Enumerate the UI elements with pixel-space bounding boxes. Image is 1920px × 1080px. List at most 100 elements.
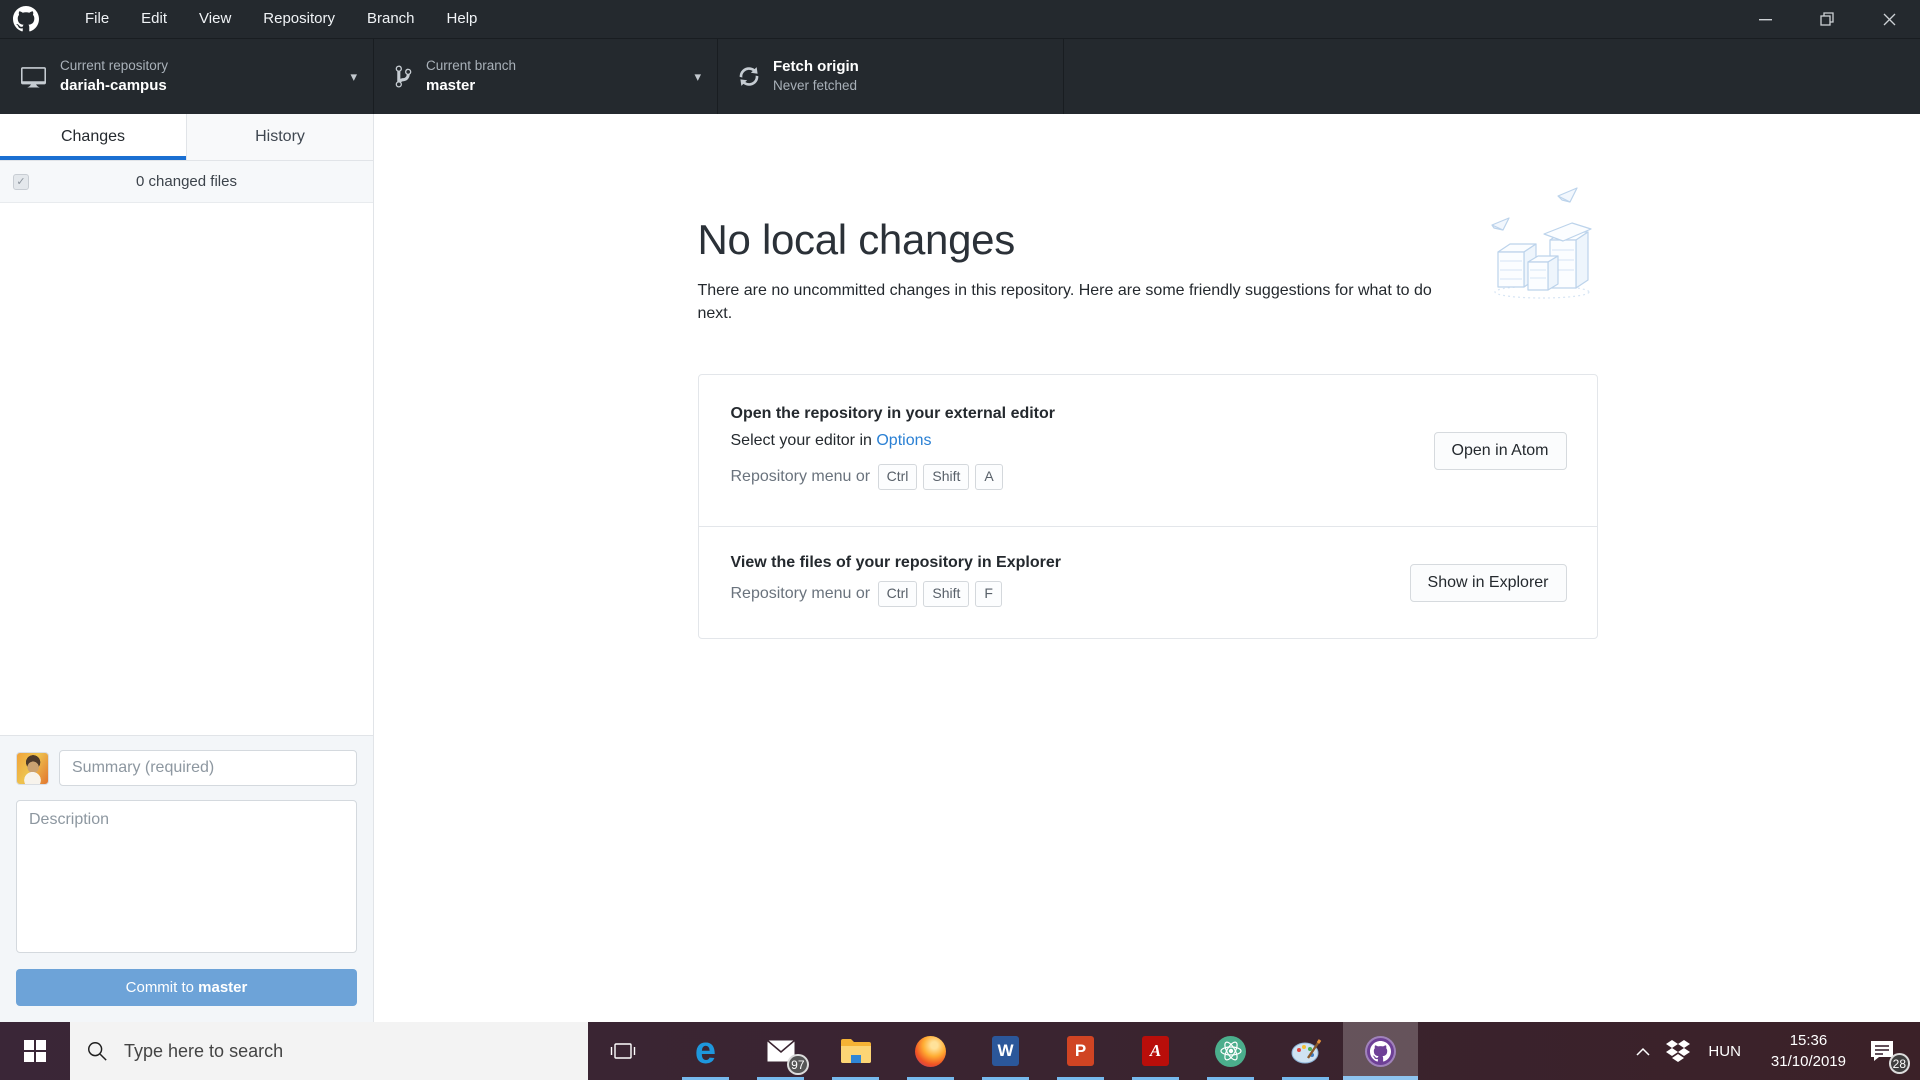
commit-button[interactable]: Commit to master	[16, 969, 357, 1006]
tray-date: 31/10/2019	[1770, 1053, 1846, 1070]
taskbar-app-acrobat[interactable]: A	[1118, 1022, 1193, 1080]
window-controls	[1734, 0, 1920, 38]
shortcut-hint-text: Repository menu or	[730, 467, 871, 485]
taskbar-app-powerpoint[interactable]: P	[1043, 1022, 1118, 1080]
chevron-up-icon	[1636, 1047, 1650, 1056]
close-icon	[1883, 13, 1895, 25]
suggestion-open-editor: Open the repository in your external edi…	[699, 375, 1597, 526]
key-f: F	[975, 581, 1002, 607]
tray-language[interactable]: HUN	[1696, 1043, 1755, 1060]
taskbar-search[interactable]	[70, 1022, 588, 1080]
suggestion-show-explorer: View the files of your repository in Exp…	[698, 526, 1597, 638]
tray-expand-button[interactable]	[1626, 1047, 1660, 1056]
current-repository-dropdown[interactable]: Current repository dariah-campus ▾	[0, 39, 374, 114]
taskbar-app-firefox[interactable]	[893, 1022, 968, 1080]
taskbar-app-file-explorer[interactable]	[818, 1022, 893, 1080]
taskbar-app-word[interactable]: W	[968, 1022, 1043, 1080]
git-branch-icon	[395, 65, 412, 88]
word-icon: W	[992, 1036, 1019, 1066]
taskbar-app-github-desktop[interactable]	[1343, 1022, 1418, 1080]
branch-labels: Current branch master	[426, 58, 516, 96]
repository-label: Current repository	[60, 57, 169, 73]
atom-icon	[1215, 1035, 1246, 1067]
suggestions-box: Open the repository in your external edi…	[697, 374, 1598, 640]
fetch-origin-button[interactable]: Fetch origin Never fetched	[718, 39, 1064, 114]
avatar	[16, 751, 49, 785]
toolbar: Current repository dariah-campus ▾ Curre…	[0, 39, 1920, 114]
commit-button-prefix: Commit to	[125, 979, 199, 996]
menu-help[interactable]: Help	[431, 0, 494, 38]
github-desktop-icon	[1365, 1035, 1396, 1067]
system-tray: HUN 15:36 31/10/2019 28	[1626, 1022, 1920, 1080]
changed-files-row: ✓ 0 changed files	[0, 161, 373, 203]
task-view-button[interactable]	[594, 1022, 652, 1080]
options-link[interactable]: Options	[876, 432, 931, 449]
paper-stack-illustration	[1490, 187, 1592, 299]
file-explorer-icon	[840, 1039, 871, 1063]
taskbar-app-atom[interactable]	[1193, 1022, 1268, 1080]
key-a: A	[975, 464, 1003, 490]
changes-list-empty	[0, 203, 373, 735]
search-input[interactable]	[122, 1039, 546, 1063]
chevron-down-icon: ▾	[350, 68, 357, 84]
tray-clock[interactable]: 15:36 31/10/2019	[1755, 1030, 1862, 1072]
commit-description-input[interactable]	[16, 800, 357, 953]
select-all-checkbox[interactable]: ✓	[13, 173, 29, 190]
key-shift: Shift	[923, 581, 970, 607]
current-branch-dropdown[interactable]: Current branch master ▾	[374, 39, 718, 114]
monitor-icon	[21, 67, 46, 88]
key-ctrl: Ctrl	[877, 464, 918, 490]
main-content: No local changes There are no uncommitte…	[375, 114, 1920, 1022]
task-view-icon	[610, 1043, 636, 1059]
close-button[interactable]	[1858, 0, 1920, 38]
search-icon	[88, 1042, 107, 1061]
restore-button[interactable]	[1796, 0, 1858, 38]
sidebar: Changes History ✓ 0 changed files Commit…	[0, 114, 374, 1022]
mail-badge: 97	[787, 1054, 809, 1075]
editor-hint-text: Select your editor in	[730, 432, 877, 450]
tab-history[interactable]: History	[186, 114, 373, 160]
menu-view[interactable]: View	[183, 0, 247, 38]
taskbar-app-mail[interactable]: 97	[743, 1022, 818, 1080]
key-shift: Shift	[923, 464, 970, 490]
menu-branch[interactable]: Branch	[351, 0, 431, 38]
restore-icon	[1820, 12, 1834, 26]
commit-panel: Commit to master	[0, 735, 373, 1022]
taskbar-app-edge[interactable]: e	[668, 1022, 743, 1080]
firefox-icon	[915, 1035, 946, 1067]
tab-changes[interactable]: Changes	[0, 114, 186, 160]
changed-files-count: 0 changed files	[136, 173, 237, 190]
action-center-button[interactable]: 28	[1862, 1031, 1910, 1074]
suggestion-title: Open the repository in your external edi…	[730, 405, 1056, 423]
menu-file[interactable]: File	[69, 0, 125, 38]
sync-icon	[739, 67, 759, 86]
notifications-badge: 28	[1888, 1053, 1910, 1074]
tray-dropbox[interactable]	[1660, 1040, 1696, 1062]
branch-name: master	[426, 76, 476, 94]
windows-logo-icon	[24, 1040, 46, 1062]
edge-icon: e	[694, 1030, 717, 1072]
start-button[interactable]	[0, 1022, 70, 1080]
acrobat-icon: A	[1142, 1036, 1169, 1066]
key-ctrl: Ctrl	[877, 581, 918, 607]
page-subtitle: There are no uncommitted changes in this…	[697, 282, 1432, 323]
powerpoint-icon: P	[1067, 1036, 1094, 1066]
repository-labels: Current repository dariah-campus	[60, 58, 168, 96]
minimize-button[interactable]	[1734, 0, 1796, 38]
open-in-atom-button[interactable]: Open in Atom	[1433, 431, 1567, 470]
show-in-explorer-button[interactable]: Show in Explorer	[1409, 563, 1567, 602]
taskbar-apps: e 97 W P A	[668, 1022, 1418, 1080]
page-title: No local changes	[697, 216, 1016, 263]
gimp-icon	[1291, 1039, 1321, 1064]
github-desktop-window: File Edit View Repository Branch Help Cu…	[0, 0, 1920, 1022]
taskbar-app-gimp[interactable]	[1268, 1022, 1343, 1080]
sidebar-tabs: Changes History	[0, 114, 373, 161]
commit-button-branch: master	[198, 979, 248, 996]
shortcut-hint-text: Repository menu or	[730, 584, 871, 602]
fetch-labels: Fetch origin Never fetched	[773, 58, 859, 96]
menu-repository[interactable]: Repository	[247, 0, 351, 38]
chevron-down-icon: ▾	[694, 68, 701, 84]
fetch-label: Fetch origin	[773, 57, 859, 75]
menu-edit[interactable]: Edit	[125, 0, 183, 38]
commit-summary-input[interactable]	[59, 750, 357, 786]
